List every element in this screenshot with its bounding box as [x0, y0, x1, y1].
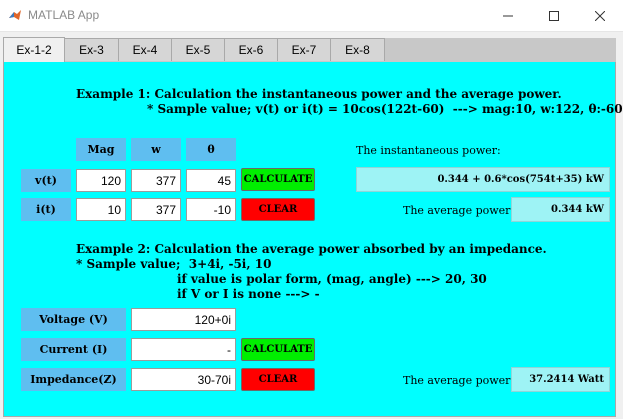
tab-ex-6[interactable]: Ex-6	[225, 38, 278, 61]
current-label: Current (I)	[21, 338, 126, 361]
vt-theta-input[interactable]: 45	[186, 169, 236, 192]
it-w-input[interactable]: 377	[131, 198, 181, 221]
maximize-icon	[549, 10, 559, 21]
voltage-label: Voltage (V)	[21, 308, 126, 331]
minimize-button[interactable]	[485, 0, 531, 31]
tab-ex-8[interactable]: Ex-8	[331, 38, 385, 61]
minimize-icon	[503, 15, 513, 16]
vt-mag-input[interactable]: 120	[76, 169, 126, 192]
tab-ex-5[interactable]: Ex-5	[172, 38, 225, 61]
vt-w-input[interactable]: 377	[131, 169, 181, 192]
matlab-logo-icon	[9, 10, 21, 20]
instantaneous-power-label: The instantaneous power:	[356, 144, 501, 157]
window-title: MATLAB App	[28, 8, 100, 22]
calculate-button-2[interactable]: CALCULATE	[241, 338, 315, 361]
example2-heading: Example 2: Calculation the average power…	[76, 242, 547, 256]
voltage-input[interactable]: 120+0i	[131, 308, 236, 331]
example1-heading: Example 1: Calculation the instantaneous…	[76, 87, 562, 101]
example2-sample-line1: * Sample value; 3+4i, -5i, 10	[76, 257, 272, 271]
average-power-output-2: 37.2414 Watt	[511, 367, 610, 392]
close-button[interactable]	[577, 0, 623, 31]
tab-ex-7[interactable]: Ex-7	[278, 38, 331, 61]
theta-header: θ	[186, 138, 236, 161]
clear-button-2[interactable]: CLEAR	[241, 368, 315, 391]
tab-ex-3[interactable]: Ex-3	[65, 38, 119, 61]
maximize-button[interactable]	[531, 0, 577, 31]
average-power-label-1: The average power:	[403, 204, 515, 217]
impedance-input[interactable]: 30-70i	[131, 368, 236, 391]
it-mag-input[interactable]: 10	[76, 198, 126, 221]
tab-ex-1-2[interactable]: Ex-1-2	[3, 37, 65, 62]
current-input[interactable]: -	[131, 338, 236, 361]
tab-ex-4[interactable]: Ex-4	[119, 38, 172, 61]
example2-sample-line2: if value is polar form, (mag, angle) ---…	[177, 272, 487, 286]
it-label: i(t)	[21, 198, 71, 221]
example2-sample-line3: if V or I is none ---> -	[177, 287, 320, 301]
tab-panel-ex-1-2: Example 1: Calculation the instantaneous…	[3, 62, 623, 417]
w-header: w	[131, 138, 181, 161]
instantaneous-power-output: 0.344 + 0.6*cos(754t+35) kW	[356, 167, 610, 192]
impedance-label: Impedance(Z)	[21, 368, 126, 391]
example1-sample: * Sample value; v(t) or i(t) = 10cos(122…	[147, 102, 623, 116]
it-theta-input[interactable]: -10	[186, 198, 236, 221]
clear-button[interactable]: CLEAR	[241, 198, 315, 221]
vt-label: v(t)	[21, 169, 71, 192]
mag-header: Mag	[76, 138, 126, 161]
close-icon	[595, 10, 605, 21]
tab-strip: Ex-1-2 Ex-3 Ex-4 Ex-5 Ex-6 Ex-7 Ex-8	[3, 37, 616, 62]
title-bar: MATLAB App	[0, 0, 623, 32]
average-power-label-2: The average power:	[403, 374, 515, 387]
calculate-button[interactable]: CALCULATE	[241, 168, 315, 191]
average-power-output-1: 0.344 kW	[511, 197, 610, 222]
